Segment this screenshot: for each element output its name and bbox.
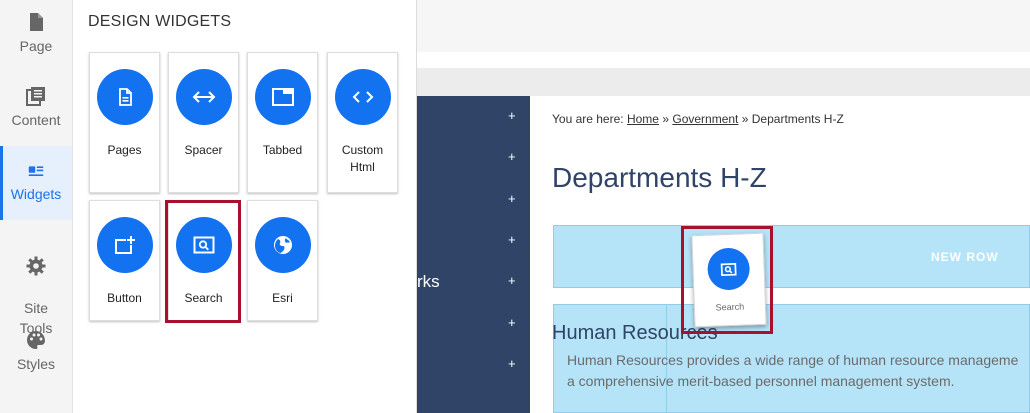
horizontal-arrows-icon	[192, 91, 216, 103]
widget-label: Tabbed	[262, 143, 303, 157]
widgets-panel: DESIGN WIDGETS Pages Spacer Tabbed Custo…	[73, 0, 417, 413]
widget-label: Esri	[272, 291, 293, 305]
panel-title: DESIGN WIDGETS	[88, 13, 232, 30]
human-resources-text: Human Resources provides a wide range of…	[567, 350, 1030, 392]
widget-card-esri[interactable]: Esri	[247, 200, 318, 321]
dragged-widget-highlight	[681, 226, 773, 334]
rail-item-label: Content	[11, 112, 61, 128]
gear-icon	[26, 256, 46, 276]
widget-label: Custom Html	[341, 143, 384, 174]
widget-card-tabbed[interactable]: Tabbed	[247, 52, 318, 193]
editor-top-bar	[417, 0, 1030, 52]
human-resources-text-line: a comprehensive merit-based personnel ma…	[567, 373, 955, 389]
nav-expand-icon[interactable]: +	[508, 315, 516, 330]
breadcrumb-separator: »	[741, 112, 749, 126]
widget-label: Spacer	[184, 143, 223, 157]
widget-card-custom-html[interactable]: Custom Html	[327, 52, 398, 193]
breadcrumb-separator: »	[662, 112, 670, 126]
left-rail: Page Content Widgets Site Tools Styles	[0, 0, 73, 413]
search-widget-highlight	[165, 200, 241, 323]
rail-item-label: Page	[19, 38, 53, 54]
new-row-label: NEW ROW	[931, 250, 999, 264]
widget-card-pages[interactable]: Pages	[89, 52, 160, 193]
breadcrumb: You are here: Home » Government » Depart…	[552, 112, 844, 126]
widget-label: Pages	[107, 143, 142, 157]
widget-icon-circle	[97, 217, 153, 273]
widget-card-button[interactable]: Button	[89, 200, 160, 321]
nav-expand-icon[interactable]: +	[508, 273, 516, 288]
human-resources-text-line: Human Resources provides a wide range of…	[567, 352, 1019, 368]
rail-item-content[interactable]: Content	[0, 86, 72, 136]
nav-expand-icon[interactable]: +	[508, 108, 516, 123]
page-icon	[30, 13, 43, 31]
palette-icon	[27, 331, 45, 349]
widget-label: Button	[107, 291, 142, 305]
nav-expand-icon[interactable]: +	[508, 191, 516, 206]
widget-icon-circle	[176, 69, 232, 125]
breadcrumb-home-link[interactable]: Home	[627, 112, 659, 126]
widget-card-spacer[interactable]: Spacer	[168, 52, 239, 193]
content-icon	[26, 87, 45, 106]
widget-icon-circle	[255, 217, 311, 273]
code-icon	[352, 91, 374, 103]
breadcrumb-prefix: You are here:	[552, 112, 624, 126]
nav-expand-icon[interactable]: +	[508, 149, 516, 164]
rail-item-styles[interactable]: Styles	[0, 330, 72, 380]
breadcrumb-current: Departments H-Z	[751, 112, 844, 126]
nav-expand-icon[interactable]: +	[508, 356, 516, 371]
rail-item-page[interactable]: Page	[0, 12, 72, 62]
breadcrumb-government-link[interactable]: Government	[672, 112, 738, 126]
widget-icon-circle	[255, 69, 311, 125]
rail-item-label: Widgets	[10, 186, 62, 202]
nav-expand-icon[interactable]: +	[508, 232, 516, 247]
page-title: Departments H-Z	[552, 162, 767, 193]
rail-item-label: Styles	[16, 356, 56, 372]
widget-icon-circle	[97, 69, 153, 125]
document-icon	[119, 88, 132, 106]
widget-icon-circle	[335, 69, 391, 125]
site-header-bar	[417, 68, 1030, 96]
nav-item-text[interactable]: rks	[417, 272, 440, 292]
widgets-icon	[28, 166, 44, 176]
globe-icon	[274, 236, 292, 254]
tab-icon	[272, 88, 294, 106]
add-button-icon	[115, 236, 135, 254]
rail-item-site-tools[interactable]: Site Tools	[0, 236, 72, 336]
rail-item-widgets[interactable]: Widgets	[0, 146, 72, 220]
editor-gap	[417, 52, 1030, 68]
